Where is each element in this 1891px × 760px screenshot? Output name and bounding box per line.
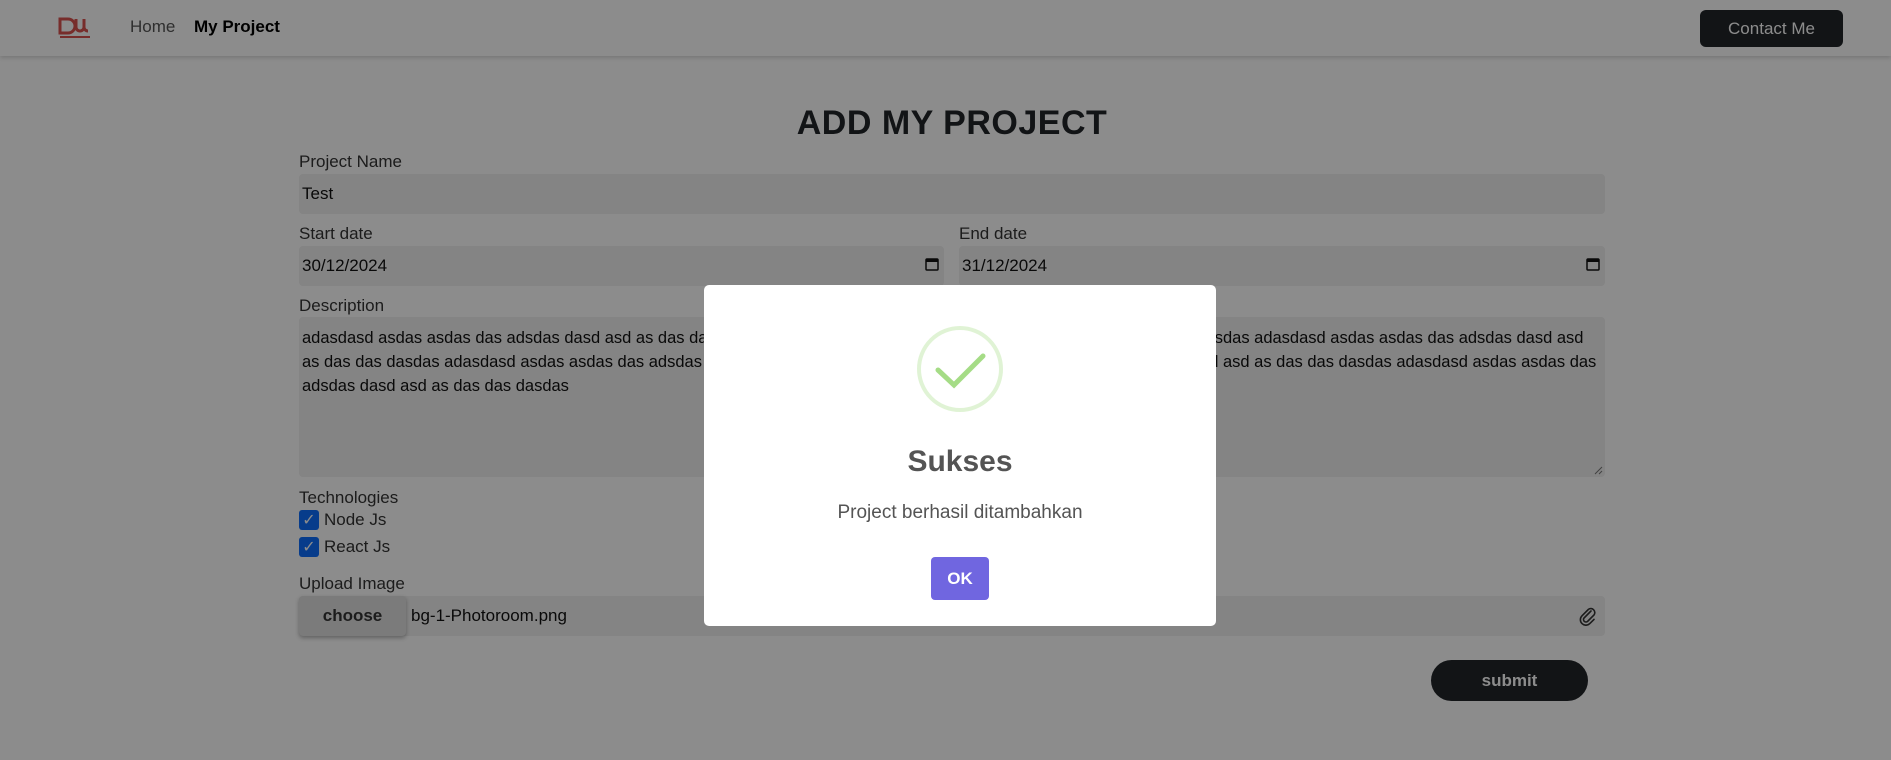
success-dialog: Sukses Project berhasil ditambahkan OK xyxy=(704,285,1216,626)
ok-button[interactable]: OK xyxy=(931,557,989,600)
success-check-icon xyxy=(917,326,1003,412)
dialog-message: Project berhasil ditambahkan xyxy=(837,502,1083,523)
dialog-title: Sukses xyxy=(907,445,1013,478)
